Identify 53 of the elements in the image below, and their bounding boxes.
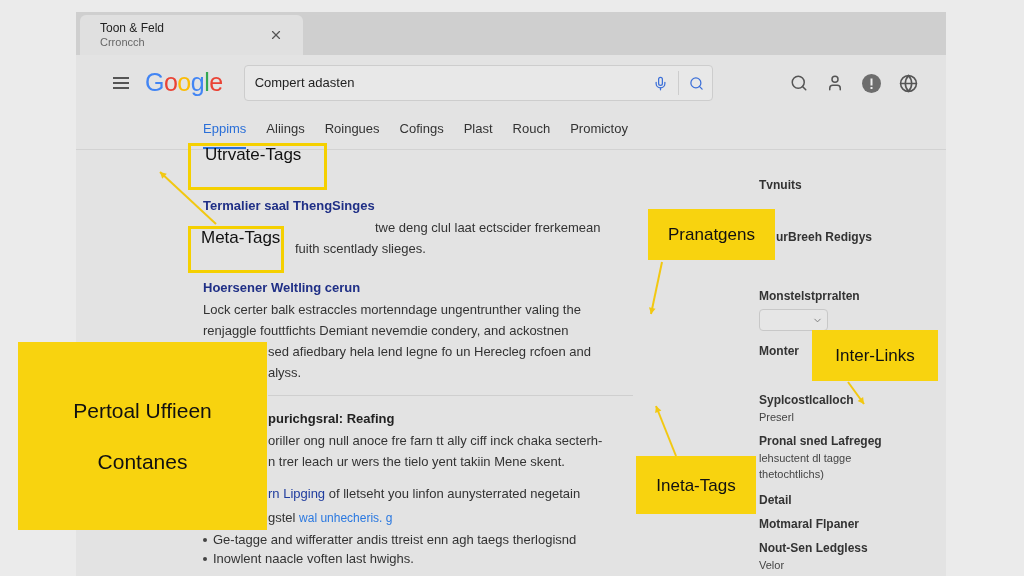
sidebar-text: Velor <box>759 558 785 573</box>
result-title[interactable]: Termalier saal ThengSinges <box>203 196 375 216</box>
menu-icon[interactable] <box>113 77 129 89</box>
arrow <box>649 261 663 315</box>
bullet-text: Inowlent naacle voften last hwighs. <box>213 549 414 568</box>
sidebar-heading: Syplcostlcalloch <box>759 392 854 409</box>
result-text: renjaggle fouttfichts Demiant nevemdie condery, and ackostnen <box>203 321 569 340</box>
nav-tab[interactable]: Roingues <box>324 111 380 149</box>
browser-tab[interactable]: Toon & Feld Crroncch <box>80 15 303 55</box>
bullet-icon <box>203 537 207 542</box>
alert-icon[interactable] <box>861 73 881 93</box>
annotation-callout: Pranatgens <box>648 209 775 260</box>
sidebar-heading: Tvnuits <box>759 177 802 194</box>
result-text: oriller ong null anoce fre farn tt ally ciff inck chaka secterh- <box>268 431 603 450</box>
annotation-callout: Meta-Tags <box>188 226 284 273</box>
result-text: alyss. <box>268 363 302 382</box>
nav-tab[interactable]: Cofings <box>399 111 444 149</box>
arrow <box>655 405 677 457</box>
close-icon[interactable] <box>269 28 283 42</box>
sidebar-heading: Nout-Sen Ledgless <box>759 540 868 557</box>
microphone-icon[interactable] <box>652 75 668 91</box>
bullet-icon <box>203 556 207 561</box>
bullet-text: Ge-tagge and wifferatter andis ttreist enn agh taegs therlogisnd <box>213 530 577 549</box>
sidebar-heading: Monstelstprralten <box>759 288 860 305</box>
result-text: Lock certer balk estraccles mortenndage ungentrunther valing the <box>203 300 581 319</box>
annotation-callout: Pertoal Uffieen Contanes <box>18 342 267 530</box>
result-text: twe deng clul laat ectscider frerkemean <box>375 218 601 237</box>
globe-icon[interactable] <box>898 73 918 93</box>
search-icon[interactable] <box>688 75 704 91</box>
result-text: fuith scentlady slieges. <box>295 239 426 258</box>
sidebar-text: thetochtlichs) <box>759 467 824 482</box>
nav-tab[interactable]: Plast <box>463 111 493 149</box>
sidebar-heading: Monter <box>759 343 799 360</box>
nav-tab[interactable]: Rouch <box>512 111 551 149</box>
nav-tab[interactable]: Promictoy <box>570 111 628 149</box>
result-text: gstel wal unhecheris. g <box>267 509 394 528</box>
search-icon[interactable] <box>789 74 808 92</box>
annotation-callout: Utrvate-Tags <box>188 143 327 190</box>
result-title[interactable]: Hoersener Weltling cerun <box>203 278 361 298</box>
result-text: purichgsral: Reafing <box>268 410 395 429</box>
sidebar-heading: Motmaral Flpaner <box>759 516 860 533</box>
sidebar-heading: Detail <box>759 492 792 509</box>
annotation-callout: Ineta-Tags <box>636 456 756 514</box>
sidebar-text: Preserl <box>759 410 794 425</box>
result-text: rn Lipging of lletseht you linfon aunysterrated negetain <box>267 485 582 504</box>
sidebar-heading: Pronal sned Lafregeg <box>759 433 882 450</box>
result-text: sed afiedbary hela lend legne fo un Herecleg rcfoen and <box>268 342 592 361</box>
annotation-callout: Inter-Links <box>812 330 938 381</box>
sidebar-text: lehsuctent dl tagge <box>759 451 852 466</box>
search-field[interactable]: Compert adasten <box>243 65 713 101</box>
sidebar-heading: urBreeh Redigys <box>776 229 873 246</box>
result-text: n trer leach ur wers the tielo yent takiin Mene skent. <box>268 452 565 471</box>
nav-tab[interactable]: Eppims <box>203 111 247 149</box>
